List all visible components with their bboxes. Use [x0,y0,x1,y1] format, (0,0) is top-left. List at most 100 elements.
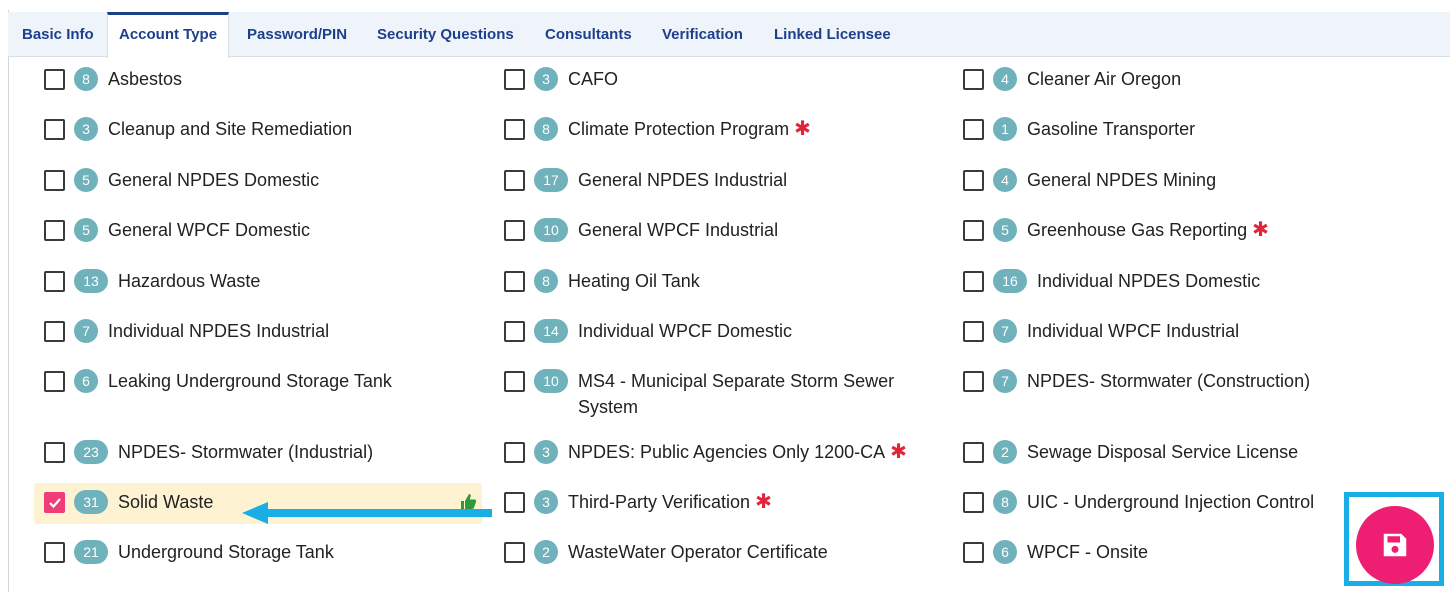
account-type-checkbox[interactable] [963,69,984,90]
account-type-checkbox[interactable] [504,321,525,342]
account-type-option-greenhouse-gas-reporting[interactable]: 5 Greenhouse Gas Reporting ✱ [963,217,1433,243]
count-badge: 10 [534,218,568,242]
tab-consultants[interactable]: Consultants [534,12,643,57]
checkmark-icon [48,497,61,508]
account-type-checkbox[interactable] [44,271,65,292]
tab-security-questions[interactable]: Security Questions [366,12,525,57]
count-badge: 8 [534,117,558,141]
account-type-option-heating-oil-tank[interactable]: 8 Heating Oil Tank [504,268,944,294]
count-badge: 5 [74,218,98,242]
tab-account-type[interactable]: Account Type [107,12,230,58]
account-type-label: General NPDES Industrial [578,170,788,190]
count-badge: 1 [993,117,1017,141]
count-badge: 14 [534,319,568,343]
count-badge: 7 [993,319,1017,343]
count-badge: 23 [74,440,108,464]
account-type-checkbox[interactable] [504,371,525,392]
required-marker: ✱ [794,118,811,140]
account-type-checkbox[interactable] [963,271,984,292]
count-badge: 10 [534,369,568,393]
account-type-label: Greenhouse Gas Reporting ✱ [1027,219,1269,241]
account-type-checkbox[interactable] [504,69,525,90]
account-type-option-npdes-stormwater-construction[interactable]: 7 NPDES- Stormwater (Construction) [963,368,1433,394]
account-type-checkbox[interactable] [44,220,65,241]
account-type-option-individual-wpcf-domestic[interactable]: 14 Individual WPCF Domestic [504,318,944,344]
account-type-option-individual-npdes-industrial[interactable]: 7 Individual NPDES Industrial [44,318,494,344]
account-type-option-cafo[interactable]: 3 CAFO [504,66,944,92]
account-type-checkbox[interactable] [504,271,525,292]
account-type-checkbox[interactable] [504,542,525,563]
account-type-label: General WPCF Domestic [108,220,311,240]
account-type-label: UIC - Underground Injection Control [1027,492,1315,512]
account-type-label: General NPDES Mining [1027,170,1217,190]
tab-linked-licensee[interactable]: Linked Licensee [763,12,902,57]
save-button[interactable] [1356,506,1434,584]
account-type-checkbox[interactable] [504,492,525,513]
arrow-left-icon [242,502,492,524]
account-type-option-cleanup-and-site-remediation[interactable]: 3 Cleanup and Site Remediation [44,116,494,142]
count-badge: 5 [74,168,98,192]
account-type-checkbox[interactable] [44,170,65,191]
account-type-checkbox[interactable] [504,119,525,140]
account-type-checkbox[interactable] [963,492,984,513]
account-type-option-cleaner-air-oregon[interactable]: 4 Cleaner Air Oregon [963,66,1433,92]
count-badge: 4 [993,168,1017,192]
count-badge: 6 [74,369,98,393]
count-badge: 2 [993,440,1017,464]
account-type-option-gasoline-transporter[interactable]: 1 Gasoline Transporter [963,116,1433,142]
account-type-option-third-party-verification[interactable]: 3 Third-Party Verification ✱ [504,489,944,515]
account-type-label: NPDES- Stormwater (Construction) [1027,371,1311,391]
account-type-label: Climate Protection Program ✱ [568,118,811,140]
account-type-checkbox[interactable] [963,442,984,463]
account-type-option-general-wpcf-domestic[interactable]: 5 General WPCF Domestic [44,217,494,243]
account-type-checkbox[interactable] [963,220,984,241]
account-type-label: General NPDES Domestic [108,170,320,190]
account-type-checkbox[interactable] [963,119,984,140]
account-type-label: Leaking Underground Storage Tank [108,371,392,391]
account-type-option-individual-wpcf-industrial[interactable]: 7 Individual WPCF Industrial [963,318,1433,344]
account-type-checkbox[interactable] [963,371,984,392]
account-type-option-sewage-disposal-service-license[interactable]: 2 Sewage Disposal Service License [963,439,1433,465]
count-badge: 6 [993,540,1017,564]
account-type-checkbox[interactable] [44,69,65,90]
account-type-option-hazardous-waste[interactable]: 13 Hazardous Waste [44,268,494,294]
account-type-checkbox[interactable] [44,442,65,463]
account-type-grid: 8 Asbestos 3 Cleanup and Site Remediation 5 G… [8,58,1450,592]
account-type-checkbox[interactable] [963,170,984,191]
account-type-label: CAFO [568,69,619,89]
count-badge: 8 [993,490,1017,514]
tab-basic-info[interactable]: Basic Info [11,12,105,57]
account-type-option-wastewater-operator-certificate[interactable]: 2 WasteWater Operator Certificate [504,539,944,565]
account-type-option-general-npdes-domestic[interactable]: 5 General NPDES Domestic [44,167,494,193]
account-type-option-leaking-underground-storage-tank[interactable]: 6 Leaking Underground Storage Tank [44,368,494,394]
required-marker: ✱ [755,491,772,513]
count-badge: 8 [74,67,98,91]
account-type-option-asbestos[interactable]: 8 Asbestos [44,66,494,92]
account-type-option-climate-protection-program[interactable]: 8 Climate Protection Program ✱ [504,116,944,142]
count-badge: 17 [534,168,568,192]
account-type-checkbox[interactable] [44,492,65,513]
tab-verification[interactable]: Verification [651,12,754,57]
account-type-label: Individual WPCF Industrial [1027,321,1240,341]
tab-password-pin[interactable]: Password/PIN [236,12,358,57]
account-type-option-npdes-stormwater-industrial[interactable]: 23 NPDES- Stormwater (Industrial) [44,439,494,465]
account-type-checkbox[interactable] [44,119,65,140]
account-type-checkbox[interactable] [504,170,525,191]
count-badge: 3 [534,440,558,464]
account-type-option-ms4-municipal-separate-storm-sewer-system[interactable]: 10 MS4 - Municipal Separate Storm Sewer S… [504,368,944,420]
account-type-option-underground-storage-tank[interactable]: 21 Underground Storage Tank [44,539,494,565]
account-type-label: Hazardous Waste [118,271,261,291]
account-type-option-npdes-public-agencies-only-1200-ca[interactable]: 3 NPDES: Public Agencies Only 1200-CA ✱ [504,439,944,465]
account-type-checkbox[interactable] [963,321,984,342]
account-type-checkbox[interactable] [963,542,984,563]
account-type-checkbox[interactable] [44,542,65,563]
account-type-checkbox[interactable] [44,321,65,342]
account-type-option-general-npdes-mining[interactable]: 4 General NPDES Mining [963,167,1433,193]
account-type-option-general-wpcf-industrial[interactable]: 10 General WPCF Industrial [504,217,944,243]
account-type-option-general-npdes-industrial[interactable]: 17 General NPDES Industrial [504,167,944,193]
account-type-checkbox[interactable] [44,371,65,392]
account-type-option-individual-npdes-domestic[interactable]: 16 Individual NPDES Domestic [963,268,1433,294]
account-type-checkbox[interactable] [504,220,525,241]
account-type-checkbox[interactable] [504,442,525,463]
tab-bar: Basic Info Account Type Password/PIN Sec… [8,12,1450,58]
